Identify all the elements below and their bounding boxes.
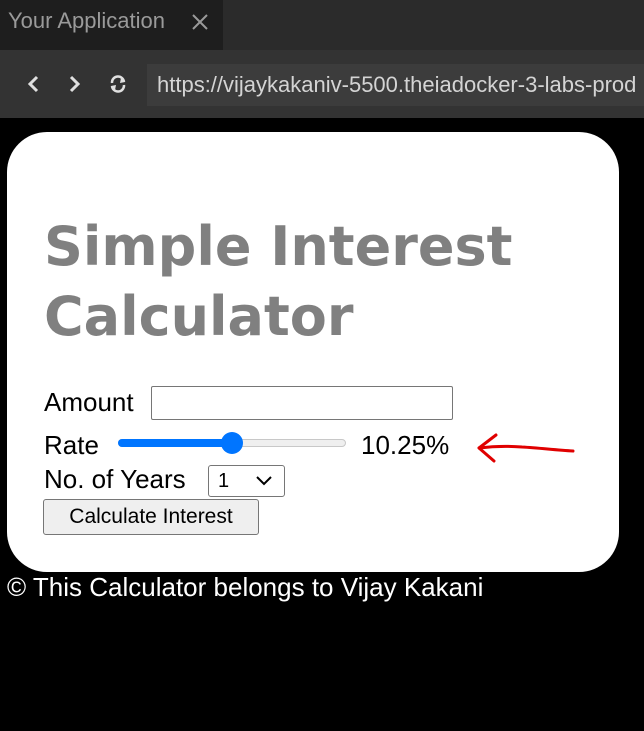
url-text: https://vijaykakaniv-5500.theiadocker-3-… [157,72,637,97]
back-icon[interactable] [24,74,44,94]
amount-input[interactable] [151,386,453,420]
calculator-card: Simple Interest Calculator Amount Rate 1… [7,132,619,572]
chevron-down-icon [256,476,272,486]
annotation-arrow-icon [477,433,575,463]
calculate-interest-button[interactable]: Calculate Interest [43,499,259,535]
amount-label: Amount [44,387,134,417]
close-icon[interactable] [190,12,210,32]
navigation-bar: https://vijaykakaniv-5500.theiadocker-3-… [0,50,644,118]
rate-value: 10.25% [361,430,450,460]
rate-label: Rate [44,430,99,460]
years-label: No. of Years [44,464,186,494]
page-title: Simple Interest Calculator [44,215,513,348]
slider-fill [118,439,232,447]
reload-icon[interactable] [108,74,128,94]
years-select[interactable]: 1 [208,465,285,497]
forward-icon[interactable] [64,74,84,94]
slider-thumb[interactable] [221,432,243,454]
footer-text: © This Calculator belongs to Vijay Kakan… [7,572,484,602]
address-bar[interactable]: https://vijaykakaniv-5500.theiadocker-3-… [147,64,644,106]
rate-slider[interactable] [118,432,346,454]
browser-tab[interactable]: Your Application [0,0,223,50]
tab-bar: Your Application [0,0,644,50]
years-selected-value: 1 [218,470,230,492]
tab-title: Your Application [8,8,165,33]
